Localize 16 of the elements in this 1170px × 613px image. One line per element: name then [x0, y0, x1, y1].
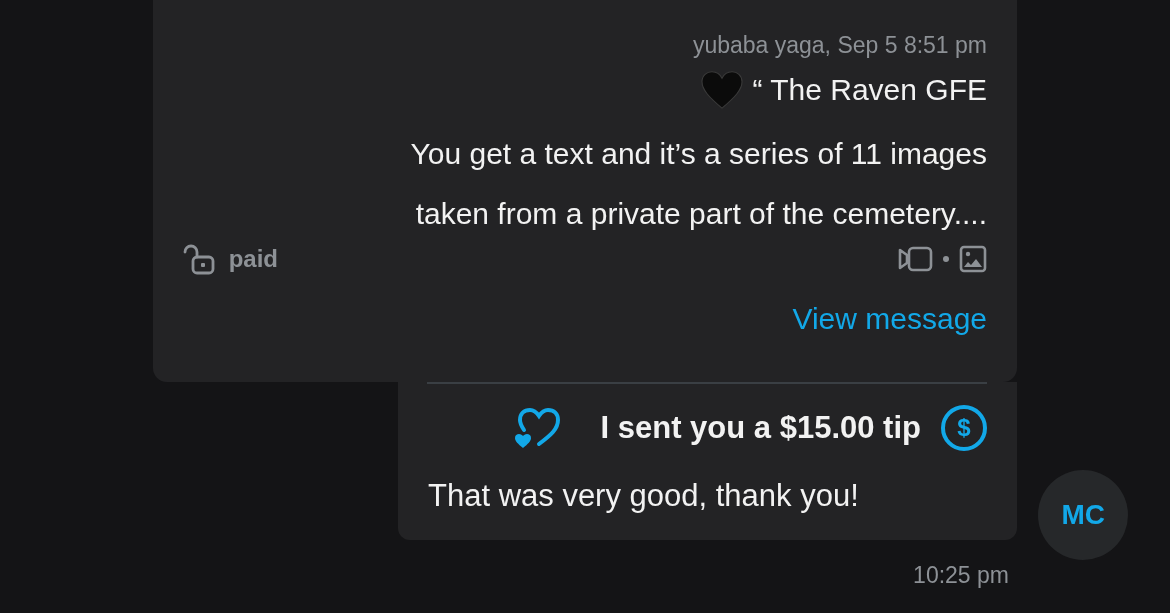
unlocked-lock-icon [183, 242, 217, 276]
view-message-link[interactable]: View message [792, 302, 987, 336]
avatar[interactable]: MC [1038, 470, 1128, 560]
tip-text: I sent you a $15.00 tip [600, 410, 921, 446]
timestamp: 10:25 pm [913, 562, 1009, 589]
quoted-title: “ The Raven GFE [752, 72, 987, 108]
message-text: That was very good, thank you! [428, 478, 860, 514]
message-text: taken from a private part of the cemetery.... [415, 196, 987, 232]
sender-line: yubaba yaga, Sep 5 8:51 pm [692, 31, 987, 60]
separator-dot [943, 256, 949, 262]
message-text: You get a text and it’s a series of 11 images [410, 136, 987, 172]
image-icon [959, 245, 987, 273]
paid-label: paid [229, 245, 279, 273]
video-icon [897, 246, 933, 272]
heart-icon [700, 70, 745, 110]
dollar-icon: $ [941, 405, 987, 451]
